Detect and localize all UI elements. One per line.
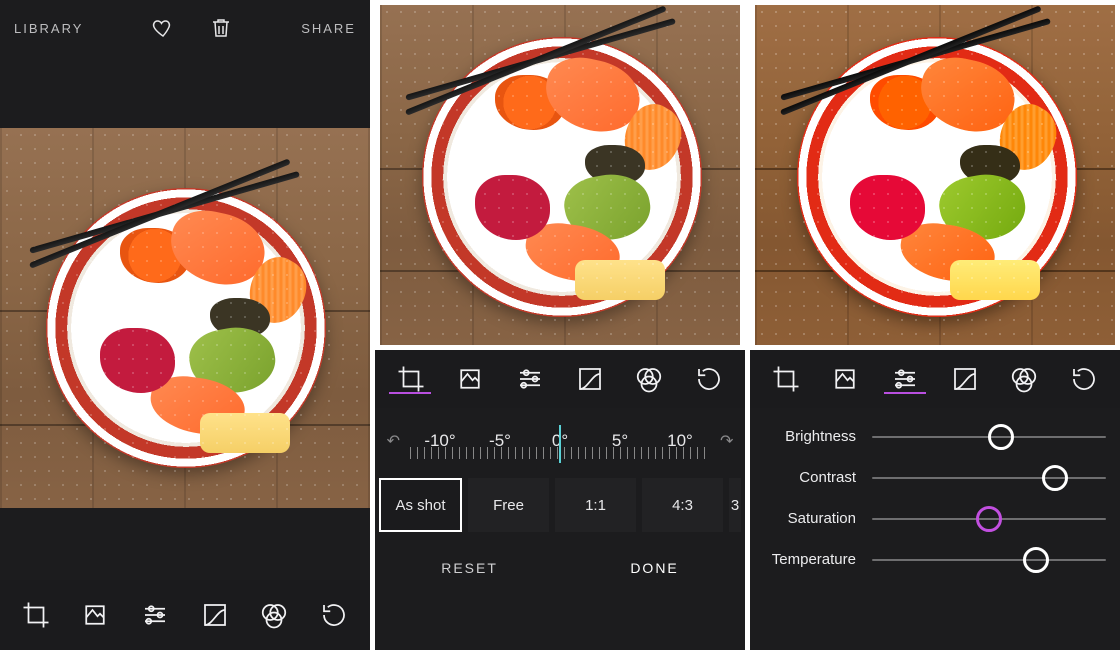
- edit-toolbar: [0, 580, 370, 650]
- slider-track[interactable]: [872, 559, 1106, 561]
- crop-icon[interactable]: [396, 364, 426, 394]
- filters-icon[interactable]: [1009, 364, 1039, 394]
- sliders-icon[interactable]: [140, 600, 170, 630]
- edit-toolbar: [750, 350, 1120, 408]
- saturation-slider[interactable]: Saturation: [764, 510, 1106, 527]
- slider-label: Saturation: [764, 510, 856, 527]
- crop-icon[interactable]: [21, 600, 51, 630]
- editor-adjust-screen: Brightness Contrast Saturation Temperatu…: [750, 0, 1120, 650]
- food-photo: [0, 128, 370, 508]
- aspect-ratio-row: As shot Free 1:1 4:3 3: [375, 474, 745, 536]
- slider-label: Contrast: [764, 469, 856, 486]
- share-button[interactable]: SHARE: [301, 21, 356, 36]
- layers-icon[interactable]: [830, 364, 860, 394]
- history-icon[interactable]: [694, 364, 724, 394]
- temperature-slider[interactable]: Temperature: [764, 551, 1106, 568]
- slider-label: Brightness: [764, 428, 856, 445]
- reset-button[interactable]: RESET: [441, 560, 498, 576]
- angle-left-arrow-icon[interactable]: ↶: [381, 431, 406, 451]
- slider-track[interactable]: [872, 477, 1106, 479]
- curves-icon[interactable]: [950, 364, 980, 394]
- photo-preview-adjust[interactable]: [750, 0, 1120, 350]
- photo-preview-crop[interactable]: [375, 0, 745, 350]
- contrast-slider[interactable]: Contrast: [764, 469, 1106, 486]
- editor-crop-screen: ↶ -10° -5° 0° 5° 10° ↷ As shot Free 1:1 …: [375, 0, 745, 650]
- filters-icon[interactable]: [634, 364, 664, 394]
- layers-icon[interactable]: [455, 364, 485, 394]
- editor-main-screen: LIBRARY SHARE: [0, 0, 370, 650]
- sliders-icon[interactable]: [515, 364, 545, 394]
- aspect-free-button[interactable]: Free: [468, 478, 549, 532]
- history-icon[interactable]: [319, 600, 349, 630]
- straighten-angle-strip[interactable]: ↶ -10° -5° 0° 5° 10° ↷: [375, 408, 745, 474]
- brightness-slider[interactable]: Brightness: [764, 428, 1106, 445]
- aspect-4-3-button[interactable]: 4:3: [642, 478, 723, 532]
- crop-panel: ↶ -10° -5° 0° 5° 10° ↷ As shot Free 1:1 …: [375, 408, 745, 650]
- aspect-1-1-button[interactable]: 1:1: [555, 478, 636, 532]
- top-icon-group: [151, 16, 233, 40]
- angle-right-arrow-icon[interactable]: ↷: [714, 431, 739, 451]
- layers-icon[interactable]: [80, 600, 110, 630]
- crop-icon[interactable]: [771, 364, 801, 394]
- top-bar: LIBRARY SHARE: [0, 0, 370, 56]
- curves-icon[interactable]: [200, 600, 230, 630]
- library-button[interactable]: LIBRARY: [14, 21, 83, 36]
- slider-label: Temperature: [764, 551, 856, 568]
- done-button[interactable]: DONE: [630, 560, 678, 576]
- aspect-more-button[interactable]: 3: [729, 478, 741, 532]
- slider-track[interactable]: [872, 436, 1106, 438]
- adjust-sliders-panel: Brightness Contrast Saturation Temperatu…: [750, 408, 1120, 650]
- filters-icon[interactable]: [259, 600, 289, 630]
- slider-track[interactable]: [872, 518, 1106, 520]
- edit-toolbar: [375, 350, 745, 408]
- heart-icon[interactable]: [151, 16, 175, 40]
- aspect-as-shot-button[interactable]: As shot: [379, 478, 462, 532]
- angle-scale[interactable]: -10° -5° 0° 5° 10°: [410, 419, 710, 463]
- crop-actions: RESET DONE: [375, 536, 745, 600]
- history-icon[interactable]: [1069, 364, 1099, 394]
- food-photo: [755, 5, 1115, 345]
- food-photo: [380, 5, 740, 345]
- curves-icon[interactable]: [575, 364, 605, 394]
- trash-icon[interactable]: [209, 16, 233, 40]
- photo-preview[interactable]: [0, 118, 370, 518]
- sliders-icon[interactable]: [890, 364, 920, 394]
